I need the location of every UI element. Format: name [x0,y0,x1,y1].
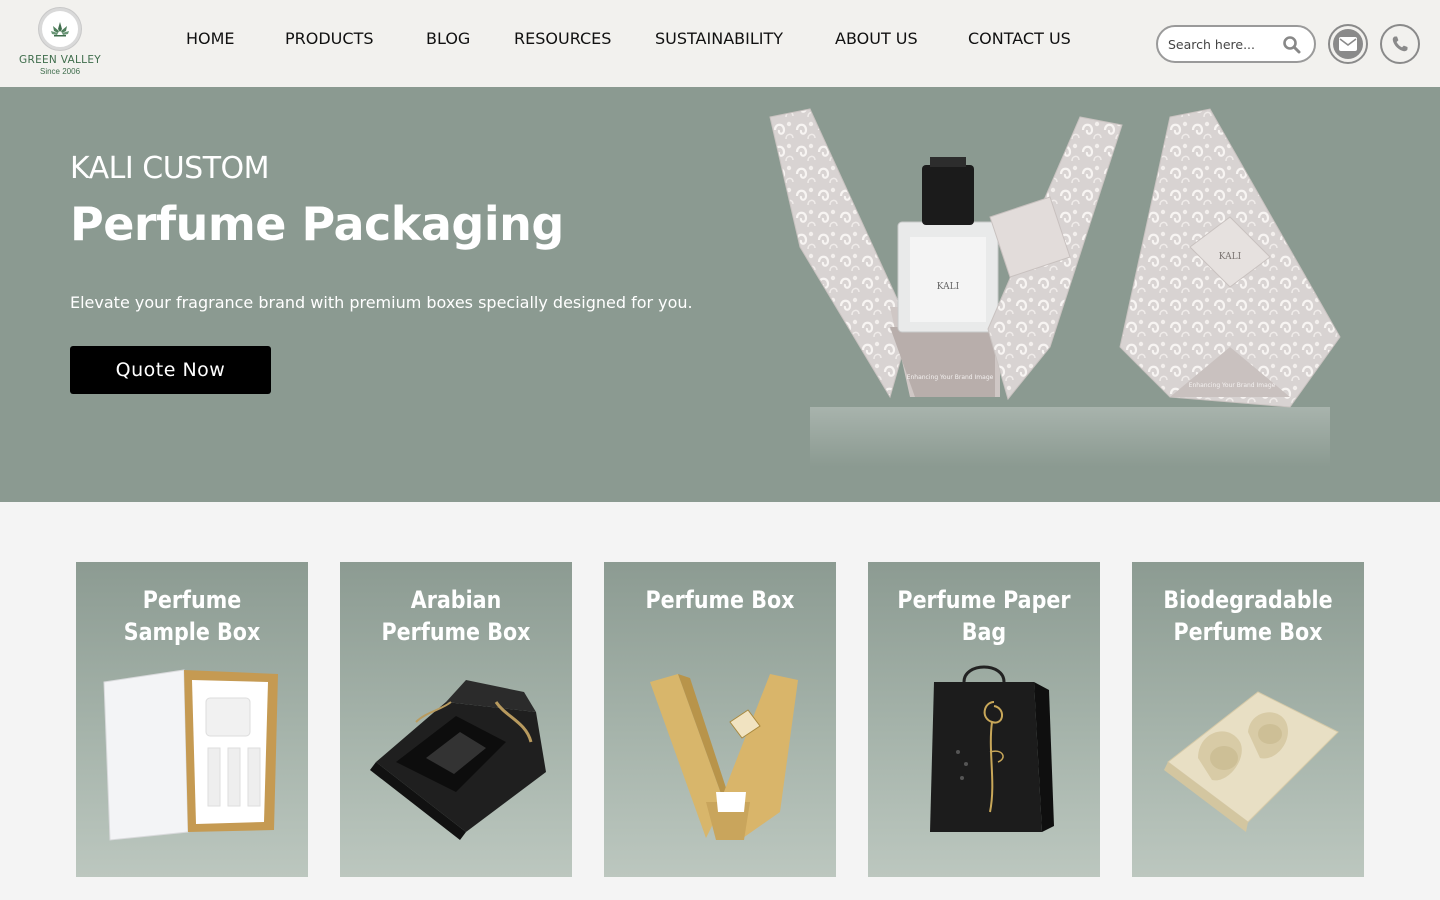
brand-name: GREEN VALLEY [19,54,101,66]
search-input[interactable] [1168,35,1278,53]
nav-resources[interactable]: RESOURCES [514,29,611,48]
product-card-perfume-box[interactable]: Perfume Box [604,562,836,877]
arabian-box-image [370,680,546,840]
logo-emblem-icon [39,8,81,50]
perfume-box-illustration: KALI Enhancing Your Brand Image KALI Enh… [769,108,1341,467]
product-title: Perfume Box [645,586,795,614]
phone-button[interactable] [1380,24,1420,64]
hero-banner: KALI CUSTOM Perfume Packaging Elevate yo… [0,87,1440,502]
nav-about-us[interactable]: ABOUT US [835,29,918,48]
sample-box-image [103,669,278,841]
paper-bag-image [930,665,1054,832]
box-logo-text: KALI [1219,252,1242,262]
biodegradable-box-image [1164,691,1339,832]
product-card-arabian-box[interactable]: Arabian Perfume Box [340,562,572,877]
search-box [1156,25,1316,63]
brand-since: Since 2006 [39,67,81,76]
site-logo[interactable]: GREEN VALLEY Since 2006 [14,8,106,80]
product-title: Perfume Paper Bag [897,586,1071,646]
product-card-paper-bag[interactable]: Perfume Paper Bag [868,562,1100,877]
product-card-sample-box[interactable]: Perfume Sample Box [76,562,308,877]
nav-products[interactable]: PRODUCTS [285,29,374,48]
nav-blog[interactable]: BLOG [426,29,470,48]
product-title: Biodegradable Perfume Box [1163,586,1333,646]
bottle-logo-text: KALI [937,282,960,292]
hero-eyebrow: KALI CUSTOM [70,151,270,186]
box-tagline-text-left: Enhancing Your Brand Image [907,374,994,381]
nav-contact-us[interactable]: CONTACT US [968,29,1071,48]
email-button[interactable] [1328,24,1368,64]
envelope-icon [1333,29,1363,59]
phone-icon [1385,29,1415,59]
box-tagline-text-right: Enhancing Your Brand Image [1189,382,1276,389]
product-card-biodegradable-box[interactable]: Biodegradable Perfume Box [1132,562,1364,877]
site-header: GREEN VALLEY Since 2006 HOME PRODUCTS BL… [0,0,1440,87]
hero-subtitle: Elevate your fragrance brand with premiu… [70,293,693,312]
hero-title: Perfume Packaging [70,197,564,251]
search-icon[interactable] [1282,35,1302,55]
nav-home[interactable]: HOME [186,29,235,48]
product-title: Arabian Perfume Box [381,586,531,646]
quote-now-button[interactable]: Quote Now [70,346,271,394]
nav-sustainability[interactable]: SUSTAINABILITY [655,29,783,48]
product-title: Perfume Sample Box [123,586,261,646]
perfume-box-image [650,674,798,840]
